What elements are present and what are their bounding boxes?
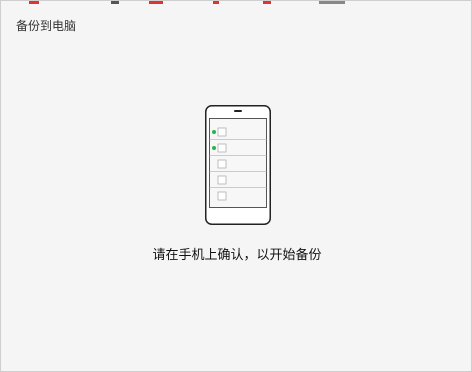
phone-illustration [205, 105, 271, 225]
row-checkbox-icon [217, 191, 227, 201]
green-dot-icon [212, 130, 216, 134]
confirm-message: 请在手机上确认，以开始备份 [152, 248, 322, 263]
row-checkbox-icon [217, 175, 227, 185]
row-checkbox-icon [217, 127, 227, 137]
row-checkbox-icon [217, 143, 227, 153]
row-checkbox-icon [217, 159, 227, 169]
phone-list-row [217, 191, 227, 201]
top-edge-strip [1, 1, 472, 4]
dialog-title: 备份到电脑 [16, 19, 77, 33]
backup-dialog: 备份到电脑 请在手机上确认，以开始备份 [0, 0, 472, 372]
phone-icon [205, 105, 271, 225]
green-dot-icon [212, 146, 216, 150]
